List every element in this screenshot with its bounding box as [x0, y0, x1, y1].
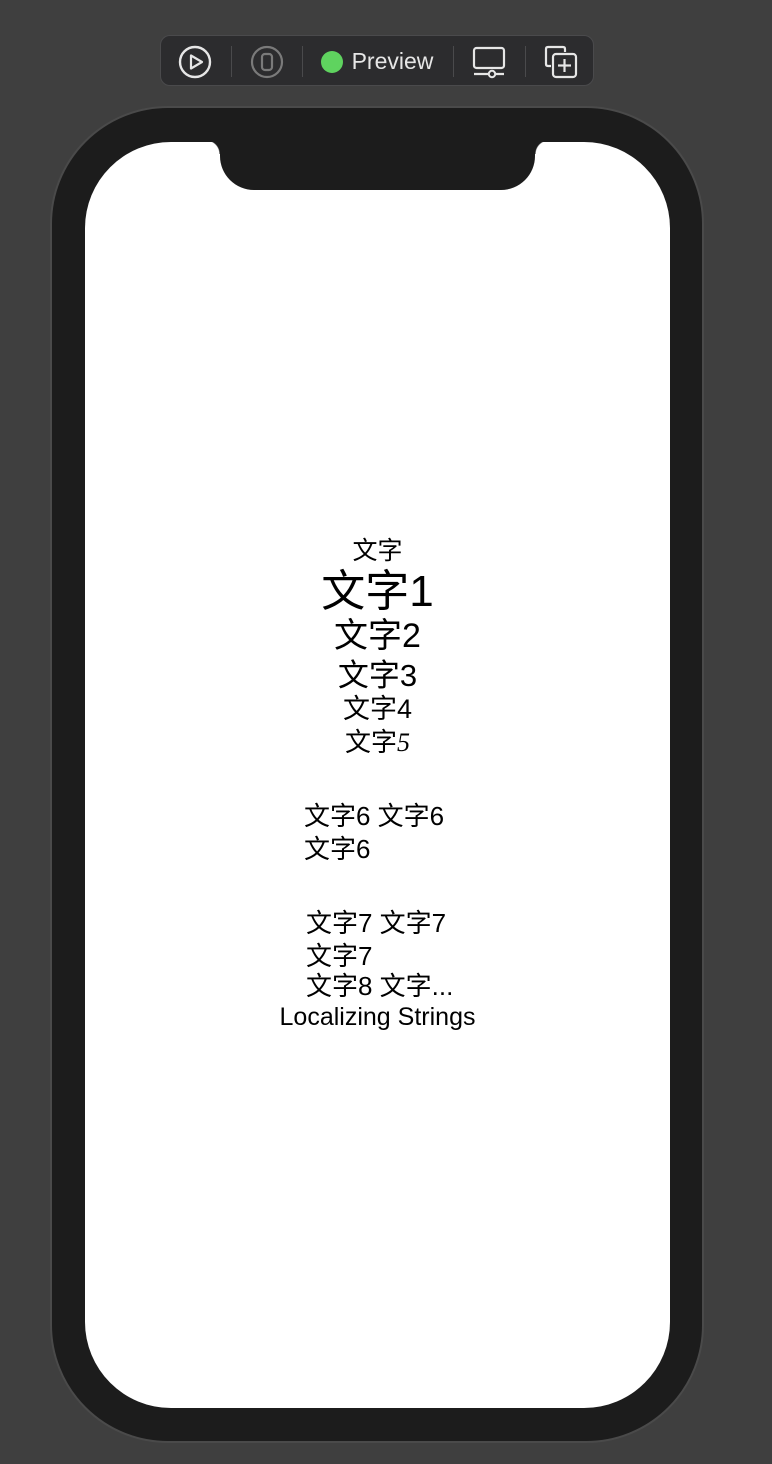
canvas: Preview 文字 文字1 文字2 文字3 文字4 文字5 文字6 文字6 文… [0, 0, 772, 1464]
text-7-line-1: 文字7 文字7 [306, 908, 447, 938]
text-7-line-2: 文字7 [306, 941, 373, 971]
text-6-line-2: 文字6 [304, 834, 371, 864]
text-5-number: 5 [397, 728, 410, 757]
localizing-strings-text: Localizing Strings [279, 1003, 476, 1031]
play-circle-icon [178, 45, 212, 78]
device-settings-button[interactable] [467, 36, 511, 87]
text-8-truncated: 文字8 文字... [306, 971, 454, 1001]
preview-toolbar: Preview [160, 35, 594, 86]
device-icon [250, 45, 284, 78]
text-6-line-1: 文字6 文字6 [304, 801, 445, 831]
duplicate-preview-button[interactable] [539, 36, 583, 87]
device-screen: 文字 文字1 文字2 文字3 文字4 文字5 文字6 文字6 文字6 文字7 文… [85, 142, 670, 1408]
text-1: 文字1 [321, 567, 434, 616]
toolbar-divider [231, 46, 232, 77]
device-settings-icon [472, 46, 506, 78]
toolbar-divider [525, 46, 526, 77]
text-3: 文字3 [337, 658, 418, 693]
device-button[interactable] [245, 36, 289, 87]
duplicate-preview-icon [544, 45, 578, 78]
toolbar-divider [302, 46, 303, 77]
text-5-prefix: 文字 [344, 727, 397, 757]
text-4: 文字4 [342, 694, 413, 724]
preview-status-button[interactable]: Preview [317, 36, 437, 87]
live-preview-button[interactable] [173, 36, 217, 87]
text-caption: 文字 [352, 537, 403, 565]
green-status-dot-icon [320, 50, 343, 73]
toolbar-divider [453, 46, 454, 77]
text-5: 文字5 [85, 729, 670, 756]
device-notch [206, 142, 549, 190]
preview-label: Preview [351, 48, 434, 74]
text-2: 文字2 [334, 617, 421, 655]
